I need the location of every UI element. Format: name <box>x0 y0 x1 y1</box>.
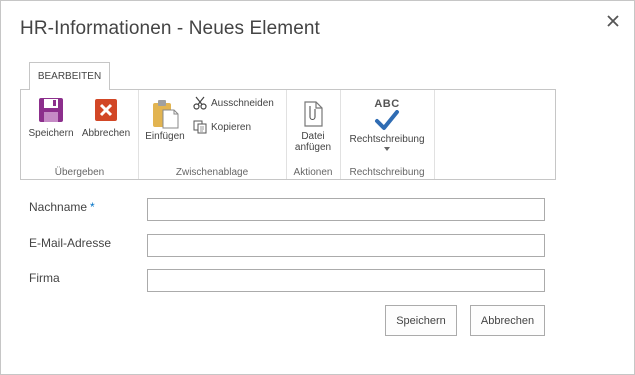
paste-label: Einfügen <box>145 131 185 142</box>
required-marker: * <box>90 200 95 214</box>
ribbon-group-spelling: ABC Rechtschreibung Rechtschreibung <box>340 90 435 179</box>
group-label-actions: Aktionen <box>293 167 333 178</box>
save-button[interactable]: Speichern <box>385 305 457 336</box>
ribbon-group-commit: Speichern Abbrechen Übergeben <box>21 90 139 179</box>
firma-input[interactable] <box>147 269 545 292</box>
cut-label: Ausschneiden <box>211 97 274 109</box>
checkmark-icon <box>375 110 399 130</box>
copy-label: Kopieren <box>211 121 252 133</box>
save-ribbon-label: Speichern <box>28 128 74 139</box>
attach-label-line2: anfügen <box>294 142 332 153</box>
dialog-title: HR-Informationen - Neues Element <box>20 18 320 39</box>
email-label: E-Mail-Adresse <box>29 236 112 250</box>
field-label-nachname: Nachname * <box>29 200 95 214</box>
save-ribbon-button[interactable]: Speichern <box>25 96 77 139</box>
ribbon-group-actions: Datei anfügen Aktionen <box>286 90 341 179</box>
copy-button[interactable]: Kopieren <box>193 120 251 134</box>
group-label-spelling: Rechtschreibung <box>349 167 425 178</box>
group-label-clipboard: Zwischenablage <box>175 167 249 178</box>
close-icon[interactable] <box>605 13 621 29</box>
abc-text: ABC <box>374 98 400 110</box>
cancel-icon <box>95 99 117 121</box>
attach-label-line1: Datei <box>301 131 325 142</box>
paste-button[interactable]: Einfügen <box>142 98 188 142</box>
firma-label: Firma <box>29 271 60 285</box>
group-label-commit: Übergeben <box>54 167 105 178</box>
attach-file-button[interactable]: Datei anfügen <box>289 100 337 153</box>
cancel-button[interactable]: Abbrechen <box>470 305 545 336</box>
nachname-input[interactable] <box>147 198 545 221</box>
nachname-label: Nachname <box>29 200 88 214</box>
attach-file-icon <box>304 101 323 127</box>
copy-icon <box>193 120 207 134</box>
spelling-label: Rechtschreibung <box>349 134 425 145</box>
paste-icon <box>153 100 179 129</box>
dialog: HR-Informationen - Neues Element BEARBEI… <box>0 0 635 375</box>
scissors-icon <box>193 96 207 110</box>
ribbon-group-clipboard: Einfügen Ausschneiden Kopieren Zwischena… <box>138 90 287 179</box>
tab-bearbeiten[interactable]: BEARBEITEN <box>29 62 110 90</box>
cancel-ribbon-button[interactable]: Abbrechen <box>79 96 133 139</box>
cut-button[interactable]: Ausschneiden <box>193 96 274 110</box>
spelling-button[interactable]: ABC Rechtschreibung <box>344 98 430 151</box>
chevron-down-icon <box>384 147 390 151</box>
cancel-ribbon-label: Abbrechen <box>81 128 131 139</box>
email-input[interactable] <box>147 234 545 257</box>
ribbon: Speichern Abbrechen Übergeben Einfügen A… <box>20 89 556 180</box>
save-icon <box>39 98 63 122</box>
